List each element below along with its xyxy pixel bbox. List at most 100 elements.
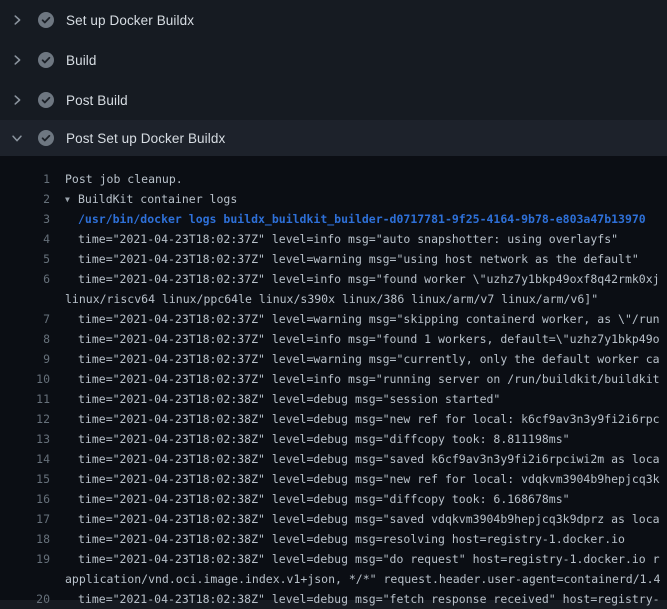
log-text: ▼time="2021-04-23T18:02:38Z" level=debug… <box>78 429 570 449</box>
log-text-content: BuildKit container logs <box>78 192 237 206</box>
check-circle-icon <box>38 92 54 108</box>
log-text-content: time="2021-04-23T18:02:38Z" level=debug … <box>78 432 570 446</box>
line-number[interactable]: 7 <box>0 309 50 329</box>
actions-log-panel: Set up Docker Buildx Build Post Build <box>0 0 667 600</box>
log-text: ▼time="2021-04-23T18:02:38Z" level=debug… <box>78 409 660 429</box>
line-number[interactable]: 11 <box>0 389 50 409</box>
check-circle-icon <box>38 12 54 28</box>
log-text: ▼application/vnd.oci.image.index.v1+json… <box>65 569 660 589</box>
log-text: ▼time="2021-04-23T18:02:38Z" level=debug… <box>78 489 570 509</box>
log-text: ▼time="2021-04-23T18:02:38Z" level=debug… <box>78 549 660 569</box>
log-line: ▼application/vnd.oci.image.index.v1+json… <box>0 569 667 589</box>
line-number[interactable]: 14 <box>0 449 50 469</box>
log-text: ▼time="2021-04-23T18:02:37Z" level=warni… <box>78 309 660 329</box>
log-text-content: time="2021-04-23T18:02:38Z" level=debug … <box>78 472 660 486</box>
log-text: ▼time="2021-04-23T18:02:38Z" level=debug… <box>78 389 500 409</box>
line-number[interactable]: 2 <box>0 189 50 209</box>
log-line: ▼linux/riscv64 linux/ppc64le linux/s390x… <box>0 289 667 309</box>
log-line: 20 ▼time="2021-04-23T18:02:38Z" level=de… <box>0 589 667 609</box>
line-number[interactable]: 5 <box>0 249 50 269</box>
line-number[interactable]: 18 <box>0 529 50 549</box>
log-line: 12 ▼time="2021-04-23T18:02:38Z" level=de… <box>0 409 667 429</box>
line-number[interactable]: 19 <box>0 549 50 569</box>
line-number[interactable]: 4 <box>0 229 50 249</box>
line-number[interactable]: 8 <box>0 329 50 349</box>
log-text-content: time="2021-04-23T18:02:38Z" level=debug … <box>78 492 570 506</box>
log-text-content: time="2021-04-23T18:02:38Z" level=debug … <box>78 452 660 466</box>
log-line: 4 ▼time="2021-04-23T18:02:37Z" level=inf… <box>0 229 667 249</box>
log-text: ▼time="2021-04-23T18:02:38Z" level=debug… <box>78 529 625 549</box>
step-row-set-up-docker-buildx[interactable]: Set up Docker Buildx <box>0 0 667 40</box>
log-text: ▼BuildKit container logs <box>65 189 237 209</box>
line-number[interactable]: 13 <box>0 429 50 449</box>
log-line: 10 ▼time="2021-04-23T18:02:37Z" level=in… <box>0 369 667 389</box>
log-text-content: time="2021-04-23T18:02:38Z" level=debug … <box>78 392 500 406</box>
log-line: 15 ▼time="2021-04-23T18:02:38Z" level=de… <box>0 469 667 489</box>
log-line: 3 ▼/usr/bin/docker logs buildx_buildkit_… <box>0 209 667 229</box>
chevron-down-icon[interactable] <box>10 131 24 145</box>
log-text: ▼time="2021-04-23T18:02:37Z" level=info … <box>78 269 660 289</box>
log-line: 8 ▼time="2021-04-23T18:02:37Z" level=inf… <box>0 329 667 349</box>
line-number[interactable]: 12 <box>0 409 50 429</box>
log-text-content: time="2021-04-23T18:02:38Z" level=debug … <box>78 592 660 606</box>
log-line: 18 ▼time="2021-04-23T18:02:38Z" level=de… <box>0 529 667 549</box>
line-number[interactable]: 20 <box>0 589 50 609</box>
log-text: ▼time="2021-04-23T18:02:37Z" level=info … <box>78 229 618 249</box>
log-text-content: time="2021-04-23T18:02:37Z" level=warnin… <box>78 312 660 326</box>
log-text: ▼time="2021-04-23T18:02:37Z" level=info … <box>78 329 660 349</box>
line-number[interactable] <box>0 289 50 309</box>
log-line: 5 ▼time="2021-04-23T18:02:37Z" level=war… <box>0 249 667 269</box>
log-line: 1 ▼Post job cleanup. <box>0 169 667 189</box>
log-line: 2 ▼BuildKit container logs <box>0 189 667 209</box>
log-text-content: time="2021-04-23T18:02:37Z" level=info m… <box>78 372 660 386</box>
line-number[interactable]: 10 <box>0 369 50 389</box>
step-label: Build <box>66 53 97 68</box>
log-text: ▼time="2021-04-23T18:02:37Z" level=warni… <box>78 349 660 369</box>
log-text: ▼time="2021-04-23T18:02:38Z" level=debug… <box>78 449 660 469</box>
log-text: ▼Post job cleanup. <box>65 169 183 189</box>
log-text: ▼/usr/bin/docker logs buildx_buildkit_bu… <box>78 209 646 229</box>
step-label: Post Build <box>66 93 128 108</box>
line-number[interactable] <box>0 569 50 589</box>
log-text-content: time="2021-04-23T18:02:37Z" level=info m… <box>78 232 618 246</box>
log-line: 19 ▼time="2021-04-23T18:02:38Z" level=de… <box>0 549 667 569</box>
step-row-build[interactable]: Build <box>0 40 667 80</box>
step-row-post-build[interactable]: Post Build <box>0 80 667 120</box>
collapse-triangle-icon[interactable]: ▼ <box>65 190 78 210</box>
log-line: 6 ▼time="2021-04-23T18:02:37Z" level=inf… <box>0 269 667 289</box>
line-number[interactable]: 9 <box>0 349 50 369</box>
log-text: ▼time="2021-04-23T18:02:38Z" level=debug… <box>78 509 660 529</box>
log-text-content: time="2021-04-23T18:02:37Z" level=warnin… <box>78 352 660 366</box>
log-text-content: application/vnd.oci.image.index.v1+json,… <box>65 572 660 586</box>
log-line: 13 ▼time="2021-04-23T18:02:38Z" level=de… <box>0 429 667 449</box>
line-number[interactable]: 1 <box>0 169 50 189</box>
line-number[interactable]: 3 <box>0 209 50 229</box>
log-text: ▼time="2021-04-23T18:02:37Z" level=info … <box>78 369 660 389</box>
line-number[interactable]: 6 <box>0 269 50 289</box>
steps-list: Set up Docker Buildx Build Post Build <box>0 0 667 156</box>
line-number[interactable]: 15 <box>0 469 50 489</box>
log-text-content: time="2021-04-23T18:02:37Z" level=info m… <box>78 332 660 346</box>
log-line: 17 ▼time="2021-04-23T18:02:38Z" level=de… <box>0 509 667 529</box>
log-area: 1 ▼Post job cleanup. 2 ▼BuildKit contain… <box>0 156 667 600</box>
step-row-post-set-up-docker-buildx[interactable]: Post Set up Docker Buildx <box>0 120 667 156</box>
log-text: ▼time="2021-04-23T18:02:38Z" level=debug… <box>78 589 660 609</box>
check-circle-icon <box>38 52 54 68</box>
line-number[interactable]: 17 <box>0 509 50 529</box>
check-circle-icon <box>38 130 54 146</box>
log-text-content: time="2021-04-23T18:02:38Z" level=debug … <box>78 552 660 566</box>
chevron-right-icon[interactable] <box>10 13 24 27</box>
log-text-content: time="2021-04-23T18:02:38Z" level=debug … <box>78 512 660 526</box>
log-text-content: time="2021-04-23T18:02:37Z" level=info m… <box>78 272 660 286</box>
chevron-right-icon[interactable] <box>10 53 24 67</box>
log-text-content: time="2021-04-23T18:02:38Z" level=debug … <box>78 412 660 426</box>
log-line: 14 ▼time="2021-04-23T18:02:38Z" level=de… <box>0 449 667 469</box>
log-line: 16 ▼time="2021-04-23T18:02:38Z" level=de… <box>0 489 667 509</box>
log-line: 9 ▼time="2021-04-23T18:02:37Z" level=war… <box>0 349 667 369</box>
log-text: ▼time="2021-04-23T18:02:38Z" level=debug… <box>78 469 660 489</box>
chevron-right-icon[interactable] <box>10 93 24 107</box>
log-text: ▼linux/riscv64 linux/ppc64le linux/s390x… <box>65 289 598 309</box>
log-text-content: linux/riscv64 linux/ppc64le linux/s390x … <box>65 292 598 306</box>
line-number[interactable]: 16 <box>0 489 50 509</box>
log-text-content: time="2021-04-23T18:02:37Z" level=warnin… <box>78 252 639 266</box>
